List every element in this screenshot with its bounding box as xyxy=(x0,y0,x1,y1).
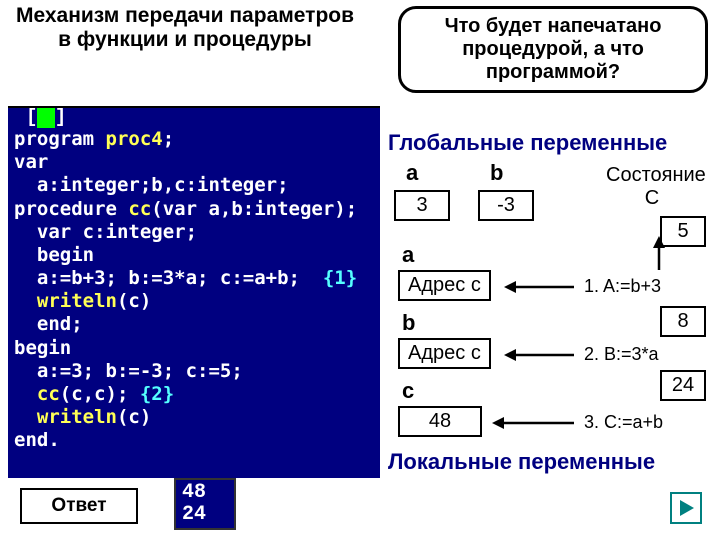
step3-interim: 24 xyxy=(660,370,706,401)
code-editor: program proc4; var a:integer;b,c:integer… xyxy=(8,106,380,478)
step1-text: 1. A:=b+3 xyxy=(584,276,661,297)
value-b: -3 xyxy=(478,190,534,221)
title-left: Механизм передачи параметров в функции и… xyxy=(10,4,360,52)
label-b: b xyxy=(490,160,503,186)
step3-var: c xyxy=(402,378,414,404)
label-state-c: Состояние С xyxy=(606,164,698,210)
locals-title: Локальные переменные xyxy=(388,450,655,473)
step2-text: 2. B:=3*a xyxy=(584,344,659,365)
output-box: 48 24 xyxy=(174,478,236,530)
step1-var: a xyxy=(402,242,414,268)
arrow-icon xyxy=(504,278,576,296)
label-a: a xyxy=(406,160,418,186)
output-line-2: 24 xyxy=(182,504,228,526)
output-line-1: 48 xyxy=(182,482,228,504)
step2-var: b xyxy=(402,310,415,336)
arrow-icon xyxy=(504,346,576,364)
next-slide-button[interactable] xyxy=(670,492,702,524)
value-a: 3 xyxy=(394,190,450,221)
step2-addr: Адрес с xyxy=(398,338,491,369)
code-lines: program proc4; var a:integer;b,c:integer… xyxy=(14,128,374,452)
step2-val: 8 xyxy=(660,306,706,337)
arrow-icon xyxy=(650,236,668,272)
variables-panel: Глобальные переменные a b Состояние С 3 … xyxy=(388,130,710,530)
step1-addr: Адрес с xyxy=(398,270,491,301)
step3-text: 3. C:=a+b xyxy=(584,412,663,433)
globals-title: Глобальные переменные xyxy=(388,130,710,156)
answer-button[interactable]: Ответ xyxy=(20,488,138,524)
editor-tab xyxy=(26,106,66,129)
step3-val: 48 xyxy=(398,406,482,437)
arrow-icon xyxy=(492,414,576,432)
play-icon xyxy=(676,498,696,518)
title-right-callout: Что будет напечатано процедурой, а что п… xyxy=(398,6,708,93)
